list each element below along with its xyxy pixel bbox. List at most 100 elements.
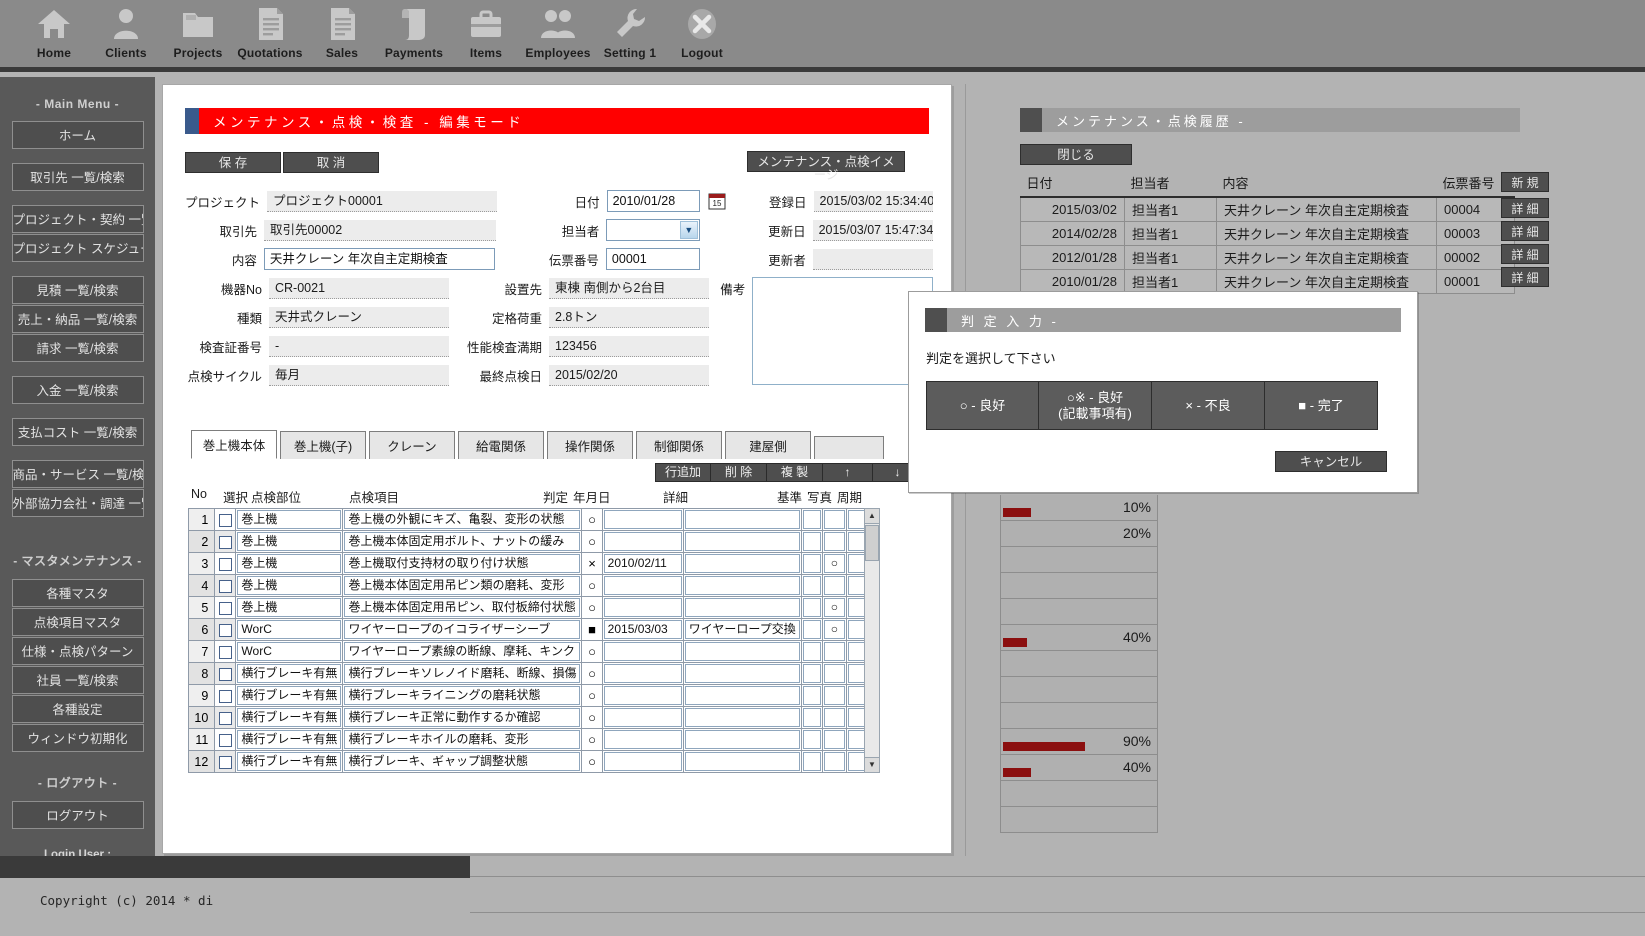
table-row[interactable]: 9 横行ブレーキ有無 横行ブレーキライニングの磨耗状態 ○ — [187, 684, 869, 707]
row-checkbox[interactable] — [218, 513, 232, 527]
part-input[interactable]: WorC — [237, 642, 342, 661]
detail-input[interactable] — [684, 642, 800, 661]
toolbar-item-quotations[interactable]: Quotations — [234, 0, 306, 60]
cell-detail[interactable] — [682, 684, 802, 707]
toolbar-item-home[interactable]: Home — [18, 0, 90, 60]
grid-tool-0[interactable]: 行追加 — [655, 463, 711, 482]
cell-part[interactable]: 巻上機 — [235, 552, 344, 575]
table-row[interactable]: 10 横行ブレーキ有無 横行ブレーキ正常に動作するか確認 ○ — [187, 706, 869, 729]
date-input[interactable] — [603, 598, 682, 617]
grid-tool-1[interactable]: 削 除 — [711, 463, 767, 482]
grid-scrollbar[interactable]: ▲ ▼ — [864, 508, 880, 773]
judgement-option-3[interactable]: ■ - 完了 — [1265, 381, 1378, 430]
sidebar-master-item-2[interactable]: 仕様・点検パターン — [11, 637, 144, 665]
row-checkbox[interactable] — [218, 689, 232, 703]
cell-part[interactable]: WorC — [235, 640, 344, 663]
sidebar-item-6-商品・サービ[interactable]: 商品・サービス 一覧/検索 — [11, 460, 144, 488]
date-input[interactable] — [603, 510, 682, 529]
judgement-option-1[interactable]: ○※ - 良好 (記載事項有) — [1039, 381, 1152, 430]
row-select-cell[interactable] — [214, 750, 237, 773]
detail-input[interactable] — [684, 708, 800, 727]
date-input[interactable] — [603, 752, 682, 771]
history-detail-button[interactable]: 詳 細 — [1501, 221, 1549, 241]
item-input[interactable]: 横行ブレーキホイルの磨耗、変形 — [344, 730, 581, 749]
save-button[interactable]: 保 存 — [185, 151, 281, 173]
part-input[interactable]: 横行ブレーキ有無 — [237, 708, 342, 727]
item-input[interactable]: 巻上機本体固定用吊ピン類の磨耗、変形 — [344, 576, 581, 595]
cell-judgement[interactable]: ○ — [581, 530, 603, 553]
item-input[interactable]: ワイヤーロープのイコライザーシーブ — [344, 620, 581, 639]
row-checkbox[interactable] — [218, 645, 232, 659]
cell-item[interactable]: 巻上機の外観にキズ、亀裂、変形の状態 — [342, 508, 583, 531]
standard-input[interactable] — [802, 708, 821, 727]
part-input[interactable]: 巻上機 — [237, 532, 342, 551]
cell-judgement[interactable]: ○ — [581, 706, 603, 729]
cell-item[interactable]: 横行ブレーキ正常に動作するか確認 — [342, 706, 583, 729]
toolbar-item-sales[interactable]: Sales — [306, 0, 378, 60]
row-select-cell[interactable] — [214, 508, 237, 531]
cell-item[interactable]: ワイヤーロープ素線の断線、摩耗、キンク — [342, 640, 583, 663]
grid-tool-2[interactable]: 複 製 — [767, 463, 823, 482]
date-input[interactable]: 2010/01/28 — [606, 190, 701, 212]
row-checkbox[interactable] — [218, 579, 232, 593]
cell-standard[interactable] — [800, 596, 823, 619]
content-input[interactable]: 天井クレーン 年次自主定期検査 — [263, 248, 496, 270]
cell-item[interactable]: 巻上機本体固定用吊ピン、取付板締付状態 — [342, 596, 583, 619]
table-row[interactable]: 12 横行ブレーキ有無 横行ブレーキ、ギャップ調整状態 ○ — [187, 750, 869, 773]
staff-select[interactable]: ▼ — [606, 219, 700, 241]
detail-input[interactable] — [684, 686, 800, 705]
cell-standard[interactable] — [800, 706, 823, 729]
standard-input[interactable] — [802, 598, 821, 617]
row-select-cell[interactable] — [214, 640, 237, 663]
table-row[interactable]: 4 巻上機 巻上機本体固定用吊ピン類の磨耗、変形 ○ — [187, 574, 869, 597]
history-row[interactable]: 2012/01/28 担当者1 天井クレーン 年次自主定期検査 00002 — [1020, 245, 1515, 270]
cell-part[interactable]: 巻上機 — [235, 574, 344, 597]
cell-detail[interactable] — [682, 750, 802, 773]
toolbar-item-logout[interactable]: Logout — [666, 0, 738, 60]
standard-input[interactable] — [802, 642, 821, 661]
part-input[interactable]: WorC — [237, 620, 342, 639]
row-select-cell[interactable] — [214, 596, 237, 619]
calendar-icon[interactable]: 15 — [708, 192, 726, 210]
cell-part[interactable]: 横行ブレーキ有無 — [235, 684, 344, 707]
history-detail-button[interactable]: 詳 細 — [1501, 267, 1549, 287]
cell-judgement[interactable]: ○ — [581, 750, 603, 773]
sidebar-item-3-請求 一覧/[interactable]: 請求 一覧/検索 — [11, 334, 144, 362]
sidebar-item-1-取引先 一覧[interactable]: 取引先 一覧/検索 — [11, 163, 144, 191]
cell-standard[interactable] — [800, 750, 823, 773]
history-row[interactable]: 2010/01/28 担当者1 天井クレーン 年次自主定期検査 00001 — [1020, 269, 1515, 294]
item-input[interactable]: 横行ブレーキ正常に動作するか確認 — [344, 708, 581, 727]
sidebar-item-4-入金 一覧/[interactable]: 入金 一覧/検索 — [11, 376, 144, 404]
detail-input[interactable] — [684, 554, 800, 573]
table-row[interactable]: 2 巻上機 巻上機本体固定用ボルト、ナットの緩み ○ — [187, 530, 869, 553]
row-select-cell[interactable] — [214, 618, 237, 641]
cell-judgement[interactable]: ○ — [581, 640, 603, 663]
item-input[interactable]: 巻上機本体固定用ボルト、ナットの緩み — [344, 532, 581, 551]
date-input[interactable] — [603, 664, 682, 683]
cell-photo[interactable]: ○ — [821, 552, 847, 575]
cell-detail[interactable] — [682, 574, 802, 597]
cell-item[interactable]: 横行ブレーキホイルの磨耗、変形 — [342, 728, 583, 751]
history-row[interactable]: 2015/03/02 担当者1 天井クレーン 年次自主定期検査 00004 — [1020, 196, 1515, 222]
cell-standard[interactable] — [800, 640, 823, 663]
cell-date[interactable]: 2015/03/03 — [601, 618, 684, 641]
photo-input[interactable]: ○ — [823, 598, 845, 617]
tab-建屋側[interactable]: 建屋側 — [725, 431, 811, 459]
item-input[interactable]: 横行ブレーキライニングの磨耗状態 — [344, 686, 581, 705]
toolbar-item-payments[interactable]: Payments — [378, 0, 450, 60]
judgement-option-0[interactable]: ○ - 良好 — [926, 381, 1039, 430]
cell-photo[interactable] — [821, 530, 847, 553]
cell-judgement[interactable]: ○ — [581, 684, 603, 707]
scroll-up-icon[interactable]: ▲ — [865, 509, 879, 524]
cell-date[interactable] — [601, 662, 684, 685]
grid-tool-3[interactable]: ↑ — [823, 463, 873, 482]
row-select-cell[interactable] — [214, 552, 237, 575]
maintenance-image-button[interactable]: メンテナンス・点検イメージ — [747, 151, 905, 182]
row-select-cell[interactable] — [214, 530, 237, 553]
standard-input[interactable] — [802, 664, 821, 683]
row-select-cell[interactable] — [214, 662, 237, 685]
cell-photo[interactable] — [821, 508, 847, 531]
cell-part[interactable]: 巻上機 — [235, 596, 344, 619]
cell-part[interactable]: 横行ブレーキ有無 — [235, 706, 344, 729]
judgement-option-2[interactable]: × - 不良 — [1152, 381, 1265, 430]
